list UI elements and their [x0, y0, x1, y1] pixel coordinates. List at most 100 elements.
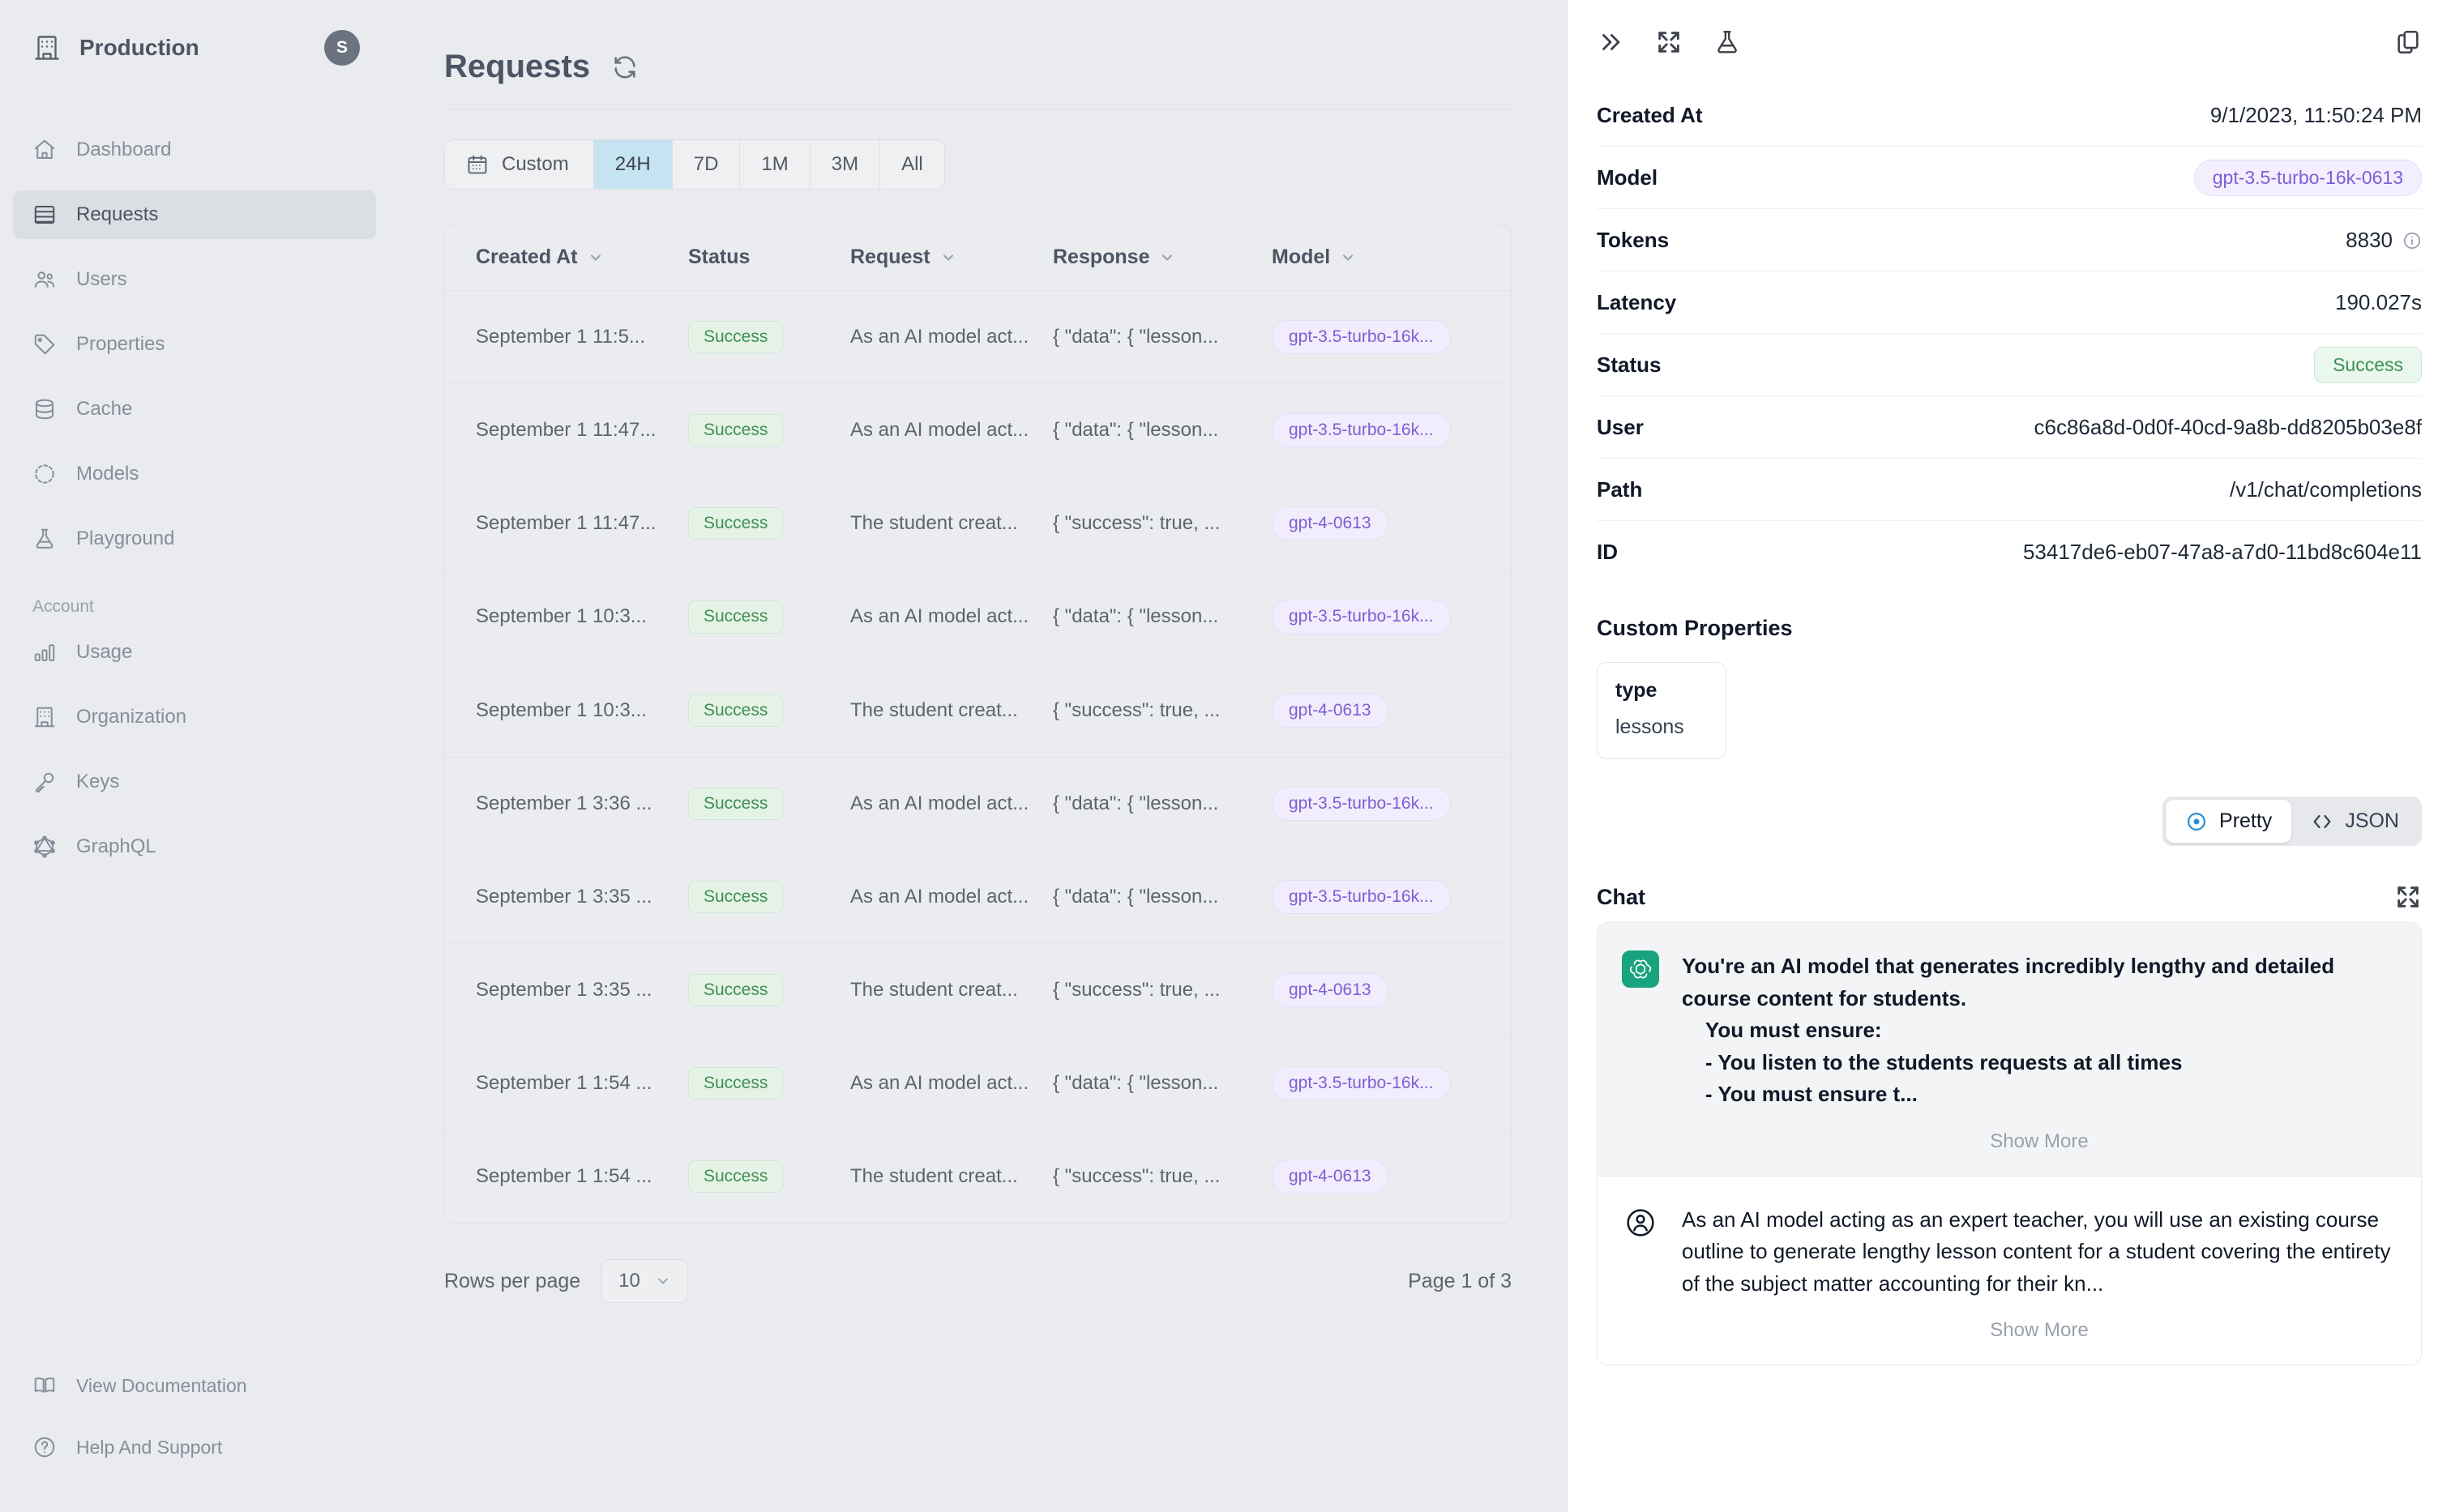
time-filter-label: All: [901, 153, 923, 176]
refresh-icon[interactable]: [611, 53, 639, 81]
time-range-filter: Custom 24H 7D 1M 3M All: [444, 139, 945, 190]
table-row[interactable]: September 1 11:5...SuccessAs an AI model…: [445, 291, 1512, 384]
sidebar-item-dashboard[interactable]: Dashboard: [13, 126, 376, 174]
detail-value: 53417de6-eb07-47a8-a7d0-11bd8c604e11: [2023, 540, 2422, 565]
column-header-status[interactable]: Status: [688, 224, 850, 291]
time-filter-1m[interactable]: 1M: [740, 140, 810, 189]
sidebar-item-properties[interactable]: Properties: [13, 320, 376, 369]
header-divider: [444, 109, 1512, 110]
avatar[interactable]: S: [324, 30, 360, 66]
sidebar-item-label: GraphQL: [76, 835, 156, 858]
time-filter-custom[interactable]: Custom: [445, 140, 594, 189]
detail-key: Model: [1597, 165, 1658, 190]
flask-icon[interactable]: [1713, 28, 1741, 56]
cell-created-at: September 1 10:3...: [445, 570, 688, 664]
model-pill: gpt-4-0613: [1272, 1160, 1388, 1194]
custom-property-card: typelessons: [1597, 662, 1726, 759]
show-more-button[interactable]: Show More: [1682, 1111, 2397, 1158]
cell-model: gpt-4-0613: [1272, 943, 1512, 1036]
sidebar-item-label: Cache: [76, 398, 132, 421]
view-mode-pretty-button[interactable]: Pretty: [2166, 800, 2291, 843]
chat-message-user: As an AI model acting as an expert teach…: [1598, 1177, 2421, 1365]
sidebar-org-header[interactable]: Production S: [0, 0, 389, 96]
table-row[interactable]: September 1 11:47...SuccessThe student c…: [445, 477, 1512, 570]
column-header-created-at[interactable]: Created At: [445, 224, 688, 291]
sidebar-item-requests[interactable]: Requests: [13, 190, 376, 239]
table-row[interactable]: September 1 3:36 ...SuccessAs an AI mode…: [445, 757, 1512, 850]
cell-created-at: September 1 3:35 ...: [445, 943, 688, 1036]
cell-request: As an AI model act...: [850, 291, 1053, 384]
chat-header: Chat: [1597, 883, 2422, 922]
page-header: Requests: [444, 0, 1567, 109]
time-filter-3m[interactable]: 3M: [811, 140, 880, 189]
sidebar-item-keys[interactable]: Keys: [13, 758, 376, 806]
table-row[interactable]: September 1 1:54 ...SuccessThe student c…: [445, 1130, 1512, 1224]
sidebar-item-playground[interactable]: Playground: [13, 515, 376, 563]
expand-icon[interactable]: [2394, 883, 2422, 911]
cell-response: { "data": { "lesson...: [1053, 757, 1272, 850]
cell-status: Success: [688, 477, 850, 570]
main-content: Requests Custom 24H 7D 1M 3M All: [389, 0, 1567, 1512]
column-header-model[interactable]: Model: [1272, 224, 1512, 291]
time-filter-label: 7D: [694, 153, 719, 176]
cell-status: Success: [688, 943, 850, 1036]
sidebar-item-users[interactable]: Users: [13, 255, 376, 304]
table-row[interactable]: September 1 11:47...SuccessAs an AI mode…: [445, 384, 1512, 477]
time-filter-24h[interactable]: 24H: [594, 140, 673, 189]
request-details-list: Created At9/1/2023, 11:50:24 PMModelgpt-…: [1597, 84, 2422, 583]
cell-response: { "data": { "lesson...: [1053, 384, 1272, 477]
detail-value: 190.027s: [2335, 290, 2422, 315]
sidebar-item-organization[interactable]: Organization: [13, 693, 376, 741]
sidebar-item-cache[interactable]: Cache: [13, 385, 376, 434]
panel-toolbar: [1597, 0, 2422, 84]
sidebar-item-graphql[interactable]: GraphQL: [13, 822, 376, 871]
column-header-request[interactable]: Request: [850, 224, 1053, 291]
cell-response: { "data": { "lesson...: [1053, 570, 1272, 664]
sidebar-item-label: Properties: [76, 333, 165, 356]
copy-icon[interactable]: [2394, 28, 2422, 56]
cell-created-at: September 1 1:54 ...: [445, 1130, 688, 1224]
table-row[interactable]: September 1 1:54 ...SuccessAs an AI mode…: [445, 1037, 1512, 1130]
status-badge: Success: [688, 788, 783, 820]
chevrons-right-icon[interactable]: [1597, 28, 1624, 56]
expand-icon[interactable]: [1655, 28, 1683, 56]
sidebar-item-usage[interactable]: Usage: [13, 628, 376, 677]
sidebar-item-view-documentation[interactable]: View Documentation: [13, 1361, 376, 1410]
cell-model: gpt-3.5-turbo-16k...: [1272, 1037, 1512, 1130]
detail-value: 8830: [2346, 228, 2422, 253]
column-header-label: Status: [688, 246, 750, 269]
cell-response: { "success": true, ...: [1053, 664, 1272, 757]
model-pill: gpt-3.5-turbo-16k...: [1272, 1066, 1451, 1100]
page-title: Requests: [444, 49, 590, 85]
cell-created-at: September 1 11:47...: [445, 384, 688, 477]
status-badge: Success: [688, 881, 783, 913]
column-header-response[interactable]: Response: [1053, 224, 1272, 291]
detail-row: StatusSuccess: [1597, 334, 2422, 396]
rows-per-page-select[interactable]: 10: [601, 1259, 688, 1303]
info-icon[interactable]: [2402, 231, 2422, 250]
user-icon: [1622, 1204, 1659, 1241]
table-body: September 1 11:5...SuccessAs an AI model…: [445, 291, 1512, 1224]
model-pill: gpt-3.5-turbo-16k...: [1272, 787, 1451, 821]
home-icon: [32, 138, 57, 162]
table-row[interactable]: September 1 10:3...SuccessAs an AI model…: [445, 570, 1512, 664]
app-root: Production S Dashboard Requests: [0, 0, 2451, 1512]
cell-request: The student creat...: [850, 943, 1053, 1036]
time-filter-label: 3M: [832, 153, 858, 176]
table-row[interactable]: September 1 3:35 ...SuccessThe student c…: [445, 943, 1512, 1036]
sidebar-item-label: Keys: [76, 771, 119, 793]
show-more-button[interactable]: Show More: [1682, 1300, 2397, 1347]
sidebar-item-models[interactable]: Models: [13, 450, 376, 498]
request-detail-panel: Created At9/1/2023, 11:50:24 PMModelgpt-…: [1567, 0, 2451, 1512]
page-indicator: Page 1 of 3: [1408, 1270, 1512, 1293]
table-row[interactable]: September 1 3:35 ...SuccessAs an AI mode…: [445, 850, 1512, 943]
view-mode-json-button[interactable]: JSON: [2291, 800, 2419, 843]
requests-table: Created At Status Request: [445, 224, 1512, 1223]
time-filter-7d[interactable]: 7D: [673, 140, 741, 189]
table-head: Created At Status Request: [445, 224, 1512, 291]
time-filter-all[interactable]: All: [880, 140, 944, 189]
sidebar-item-help-and-support[interactable]: Help And Support: [13, 1423, 376, 1471]
table-row[interactable]: September 1 10:3...SuccessThe student cr…: [445, 664, 1512, 757]
question-circle-icon: [32, 1435, 57, 1459]
chat-message-text: As an AI model acting as an expert teach…: [1682, 1204, 2397, 1301]
